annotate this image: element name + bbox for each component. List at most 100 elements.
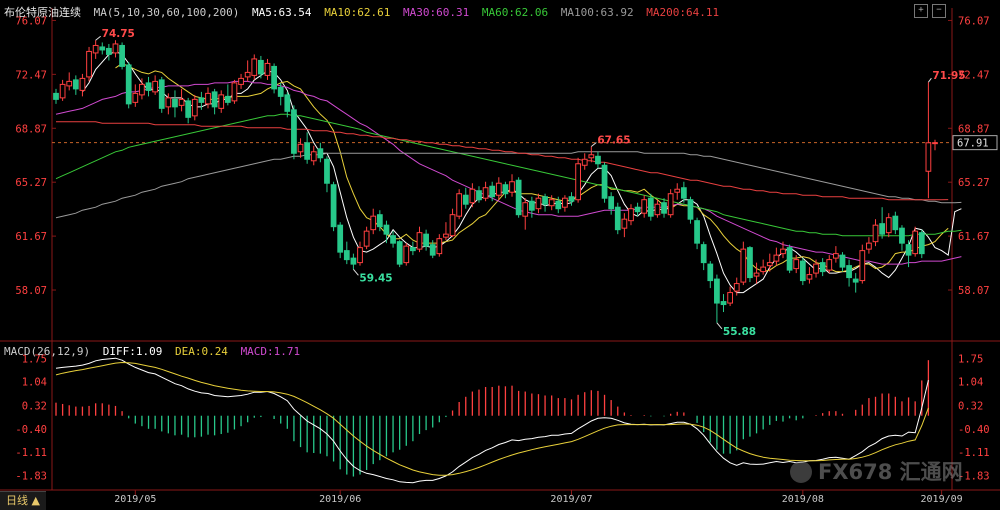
candle-body [59,83,66,99]
candle-body [191,98,198,117]
candle-54 [410,241,416,256]
candle-122 [859,244,866,284]
candle-71 [522,198,529,230]
candle-111 [786,244,793,274]
candle-86 [621,213,628,238]
macd-label: MACD:1.71 [240,345,301,358]
candle-41 [324,156,330,193]
candle-65 [482,181,489,202]
candle-38 [304,132,311,164]
candle-59 [443,222,449,241]
candle-body [601,164,608,199]
candle-body [694,220,700,244]
candle-51 [390,231,396,248]
ma-header: 布伦特原油连续 MA(5,10,30,60,100,200) MA5:63.54… [4,4,725,20]
candle-47 [363,226,370,250]
candle-body [172,98,178,108]
ma10-line [115,62,949,273]
candle-body [661,202,667,214]
candle-118 [832,246,839,263]
price-tick-right-5: 58.07 [958,285,990,297]
minimize-icon[interactable]: − [932,4,946,18]
macd-tick-left-2: 0.32 [22,400,47,412]
macd-tick-right-1: 1.04 [958,377,983,389]
candle-body [793,259,800,270]
candle-91 [654,199,661,218]
candle-124 [872,219,879,247]
candle-119 [839,252,846,272]
candle-body [786,247,793,271]
annotation-2: 67.65 [597,135,630,147]
candle-body [654,203,661,216]
candle-72 [528,196,535,218]
dea-label: DEA:0.24 [174,345,228,358]
macd-tick-left-5: -1.83 [15,471,47,483]
candle-body [410,247,416,252]
candle-body [476,190,482,201]
candle-body [119,44,125,67]
candle-body [667,193,674,216]
candle-body [515,179,522,216]
candle-27 [231,79,238,104]
candle-body [740,248,747,283]
candle-body [634,206,641,213]
candle-68 [502,181,509,199]
candle-body [581,158,588,166]
time-label-0: 2019/05 [114,494,156,505]
candle-body [773,254,780,262]
candle-body [614,206,621,231]
candle-40 [317,142,324,163]
candle-body [714,278,720,304]
candle-58 [436,234,443,257]
candle-33 [271,63,277,94]
macd-tick-right-2: 0.32 [958,400,983,412]
candle-2 [66,72,73,91]
candle-body [403,245,410,264]
candle-body [832,253,839,259]
candle-body [866,242,872,250]
annotation-pointer-3 [716,322,723,330]
candle-body [350,257,357,265]
candle-body [357,247,363,264]
candle-body [291,109,297,154]
ma100-line [55,151,962,219]
candle-body [158,79,165,109]
candle-body [277,86,284,97]
candle-body [304,142,311,160]
candle-body [482,187,489,199]
candle-53 [403,243,410,266]
candle-133 [932,139,938,151]
candle-body [780,248,786,255]
candle-8 [105,43,112,61]
candle-60 [449,208,456,238]
candle-45 [350,253,357,270]
candle-body [92,44,99,54]
candle-body [317,148,324,159]
period-tab[interactable]: 日线 ▲ [0,491,46,510]
crosshair-icon[interactable]: + [914,4,928,18]
candle-body [423,233,429,247]
candle-131 [918,229,925,259]
price-tick-right-3: 65.27 [958,177,990,189]
candle-26 [224,84,231,106]
candle-body [198,97,205,103]
price-tick-left-1: 72.47 [15,69,47,81]
chart-canvas: 76.07 76.0772.47 72.4768.87 68.8765.27 65.27… [0,8,1000,505]
candle-body [271,65,277,90]
candle-body [443,233,449,238]
candle-31 [258,55,264,79]
candle-body [647,197,654,217]
time-label-4: 2019/09 [921,494,963,505]
macd-params: MACD(26,12,9) [4,345,91,358]
candle-127 [892,211,899,235]
macd-tick-left-4: -1.11 [15,447,47,459]
last-price-tag: 67.91 [957,138,989,150]
candle-61 [456,189,463,220]
annotation-3: 55.88 [723,326,756,338]
candle-body [905,244,912,256]
candle-body [707,263,714,282]
candle-104 [740,241,747,286]
candle-120 [846,259,852,287]
candle-body [680,187,687,199]
candle-4 [79,73,86,97]
